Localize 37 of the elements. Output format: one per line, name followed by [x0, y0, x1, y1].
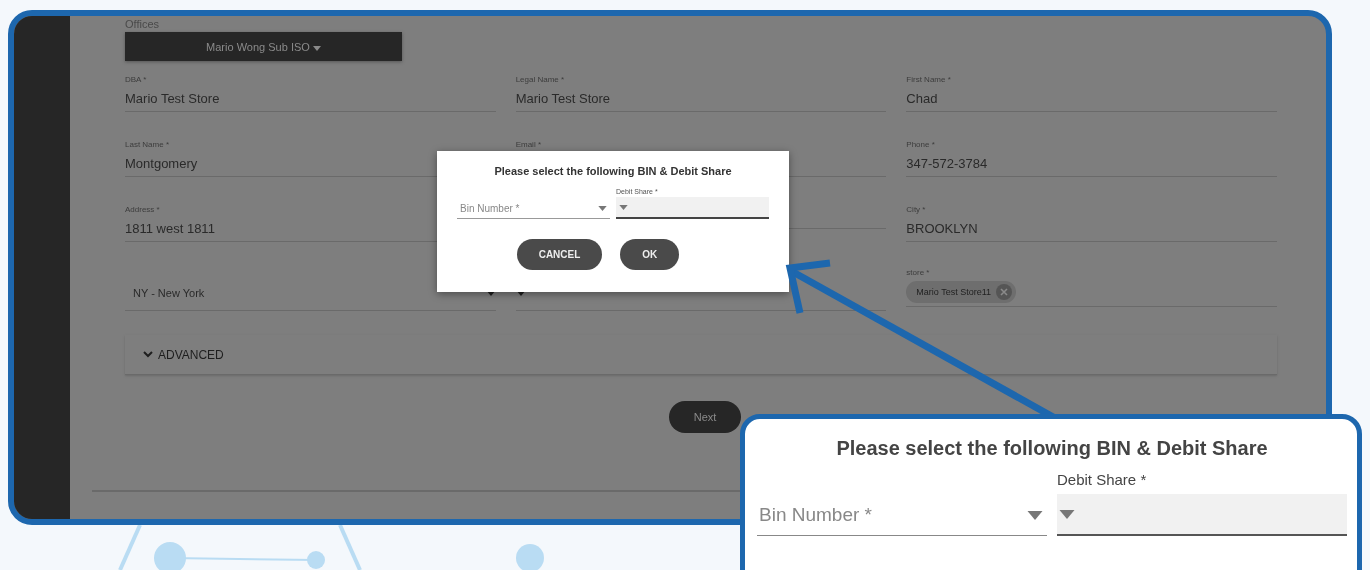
text-field[interactable]: Chad — [906, 88, 1277, 112]
field-value: Chad — [906, 90, 938, 106]
dialog-button[interactable]: OK — [620, 239, 680, 270]
field-value: Montgomery — [125, 155, 198, 171]
callout-title: Please select the following BIN & Debit Share — [835, 437, 1269, 460]
caret-icon — [1059, 509, 1075, 519]
offices-dropdown[interactable]: Mario Wong Sub ISO — [125, 32, 402, 61]
field-value: Mario Test Store — [515, 90, 611, 106]
field-value: 1811 west 1811 — [125, 220, 215, 236]
field-label: DBA * — [125, 75, 147, 84]
next-button[interactable]: Next — [669, 401, 741, 433]
select-field[interactable] — [616, 197, 769, 219]
text-field[interactable]: BROOKLYN — [906, 218, 1277, 242]
field-label: Address * — [125, 205, 160, 214]
store-chip: Mario Test Store11 — [906, 281, 1017, 303]
dialog-button[interactable]: CANCEL — [516, 239, 603, 270]
chip-field[interactable]: Mario Test Store11 — [906, 281, 1277, 307]
field-value: 347-572-3784 — [906, 155, 988, 171]
caret-icon — [312, 45, 321, 51]
field-value: Mario Test Store — [125, 90, 220, 106]
field-label: Debit Share * — [1057, 471, 1148, 488]
caret-icon — [619, 204, 628, 210]
caret-icon — [1027, 510, 1043, 520]
caret-icon — [598, 205, 607, 211]
select-field[interactable]: Bin Number * — [457, 198, 610, 219]
dialog-title: Please select the following BIN & Debit Share — [493, 165, 733, 177]
field-value: BROOKLYN — [906, 220, 978, 236]
text-field[interactable]: Mario Test Store — [515, 88, 887, 112]
advanced-toggle[interactable]: ADVANCED — [125, 335, 1277, 375]
field-label: First Name * — [906, 75, 951, 84]
text-field[interactable]: 347-572-3784 — [906, 153, 1277, 177]
field-label: Phone * — [906, 140, 935, 149]
select-field[interactable] — [1057, 494, 1347, 536]
text-field[interactable]: Mario Test Store — [125, 88, 496, 112]
field-value: NY - New York — [132, 287, 205, 299]
chevron-icon — [143, 351, 153, 358]
select-field[interactable]: Bin Number * — [757, 495, 1047, 536]
